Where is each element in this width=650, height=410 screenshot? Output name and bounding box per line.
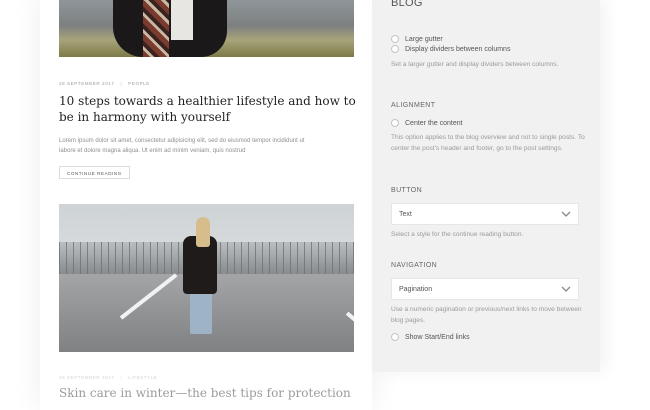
chevron-down-icon: [561, 286, 571, 292]
radio-icon[interactable]: [391, 119, 399, 127]
option-label: Center the content: [405, 119, 463, 127]
option-label: Display dividers between columns: [405, 45, 511, 53]
button-help-text: Select a style for the continue reading …: [391, 231, 524, 238]
center-content-option[interactable]: Center the content: [391, 118, 463, 128]
post-category[interactable]: People: [128, 81, 150, 86]
layout-help-text: Set a larger gutter and display dividers…: [391, 61, 559, 68]
navigation-section-title: NAVIGATION: [391, 262, 438, 269]
post-title[interactable]: Skin care in winter—the best tips for pr…: [59, 386, 359, 402]
post-image-parking-lot: [59, 204, 354, 352]
post-date: 28 September 2017: [59, 375, 115, 380]
show-start-end-links-option[interactable]: Show Start/End links: [391, 332, 470, 342]
alignment-help-text: This option applies to the blog overview…: [391, 134, 585, 152]
alignment-section-title: ALIGNMENT: [391, 102, 436, 109]
continue-reading-button[interactable]: Continue reading: [59, 166, 130, 179]
button-style-select[interactable]: Text: [391, 203, 579, 225]
navigation-help-text: Use a numeric pagination or previous/nex…: [391, 306, 582, 324]
radio-icon[interactable]: [391, 35, 399, 43]
post-image-winter-coat: [59, 0, 354, 57]
post-meta: 28 September 2017 | People: [59, 81, 150, 86]
select-value: Text: [399, 210, 412, 218]
option-label: Show Start/End links: [405, 333, 470, 341]
button-section-title: BUTTON: [391, 187, 423, 194]
display-dividers-option[interactable]: Display dividers between columns: [391, 44, 510, 54]
option-label: Large gutter: [405, 35, 443, 43]
radio-icon[interactable]: [391, 333, 399, 341]
select-value: Pagination: [399, 285, 433, 293]
large-gutter-option[interactable]: Large gutter: [391, 34, 443, 44]
navigation-style-select[interactable]: Pagination: [391, 278, 579, 300]
post-date: 28 September 2017: [59, 81, 115, 86]
blog-settings-panel: BLOG Large gutter Display dividers betwe…: [372, 0, 600, 372]
post-title[interactable]: 10 steps towards a healthier lifestyle a…: [59, 94, 359, 125]
post-meta: 28 September 2017 | Lifestyle: [59, 375, 158, 380]
panel-title: BLOG: [391, 0, 423, 9]
radio-icon[interactable]: [391, 45, 399, 53]
post-category[interactable]: Lifestyle: [128, 375, 157, 380]
chevron-down-icon: [561, 211, 571, 217]
post-excerpt: Lorem ipsum dolor sit amet, consectetur …: [59, 138, 305, 154]
